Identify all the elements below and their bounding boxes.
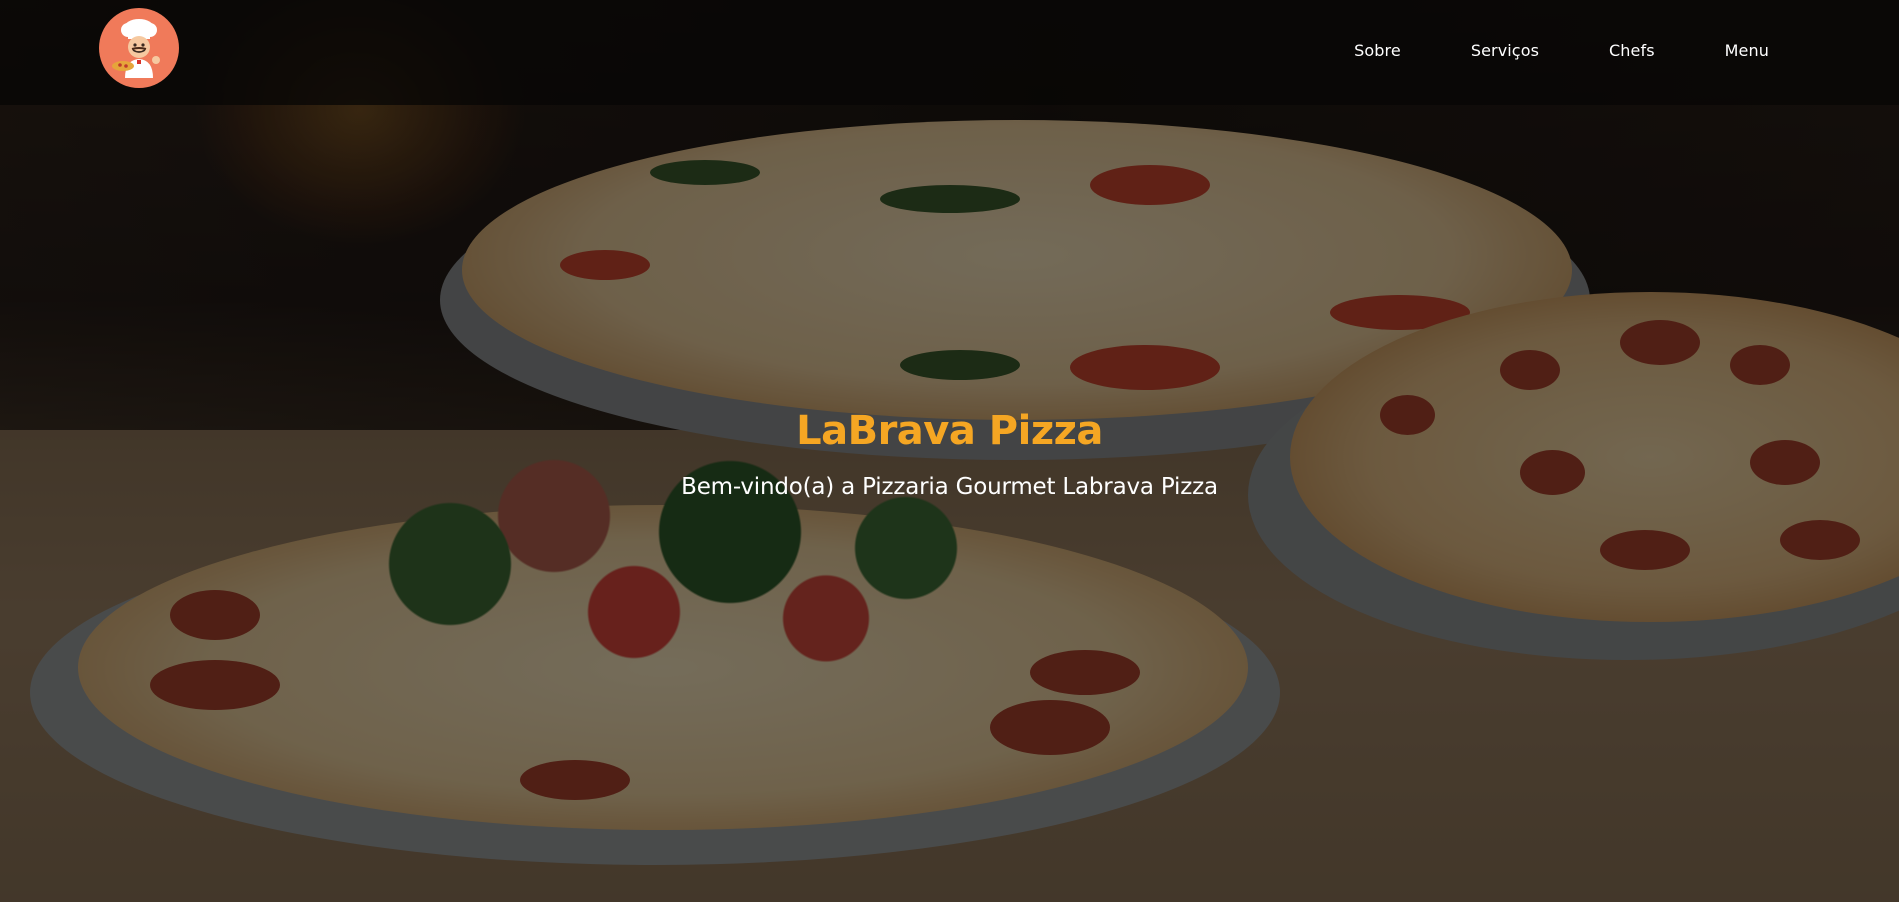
navbar: Sobre Serviços Chefs Menu [0, 0, 1899, 105]
chef-mascot-logo-icon[interactable] [99, 8, 179, 88]
nav-link-servicos[interactable]: Serviços [1471, 41, 1539, 60]
nav-link-chefs[interactable]: Chefs [1609, 41, 1655, 60]
hero-subtitle: Bem-vindo(a) a Pizzaria Gourmet Labrava … [681, 474, 1218, 500]
nav-link-menu[interactable]: Menu [1725, 41, 1769, 60]
nav-link-sobre[interactable]: Sobre [1354, 41, 1401, 60]
main-nav: Sobre Serviços Chefs Menu [1284, 0, 1769, 100]
hero-title: LaBrava Pizza [796, 408, 1103, 454]
